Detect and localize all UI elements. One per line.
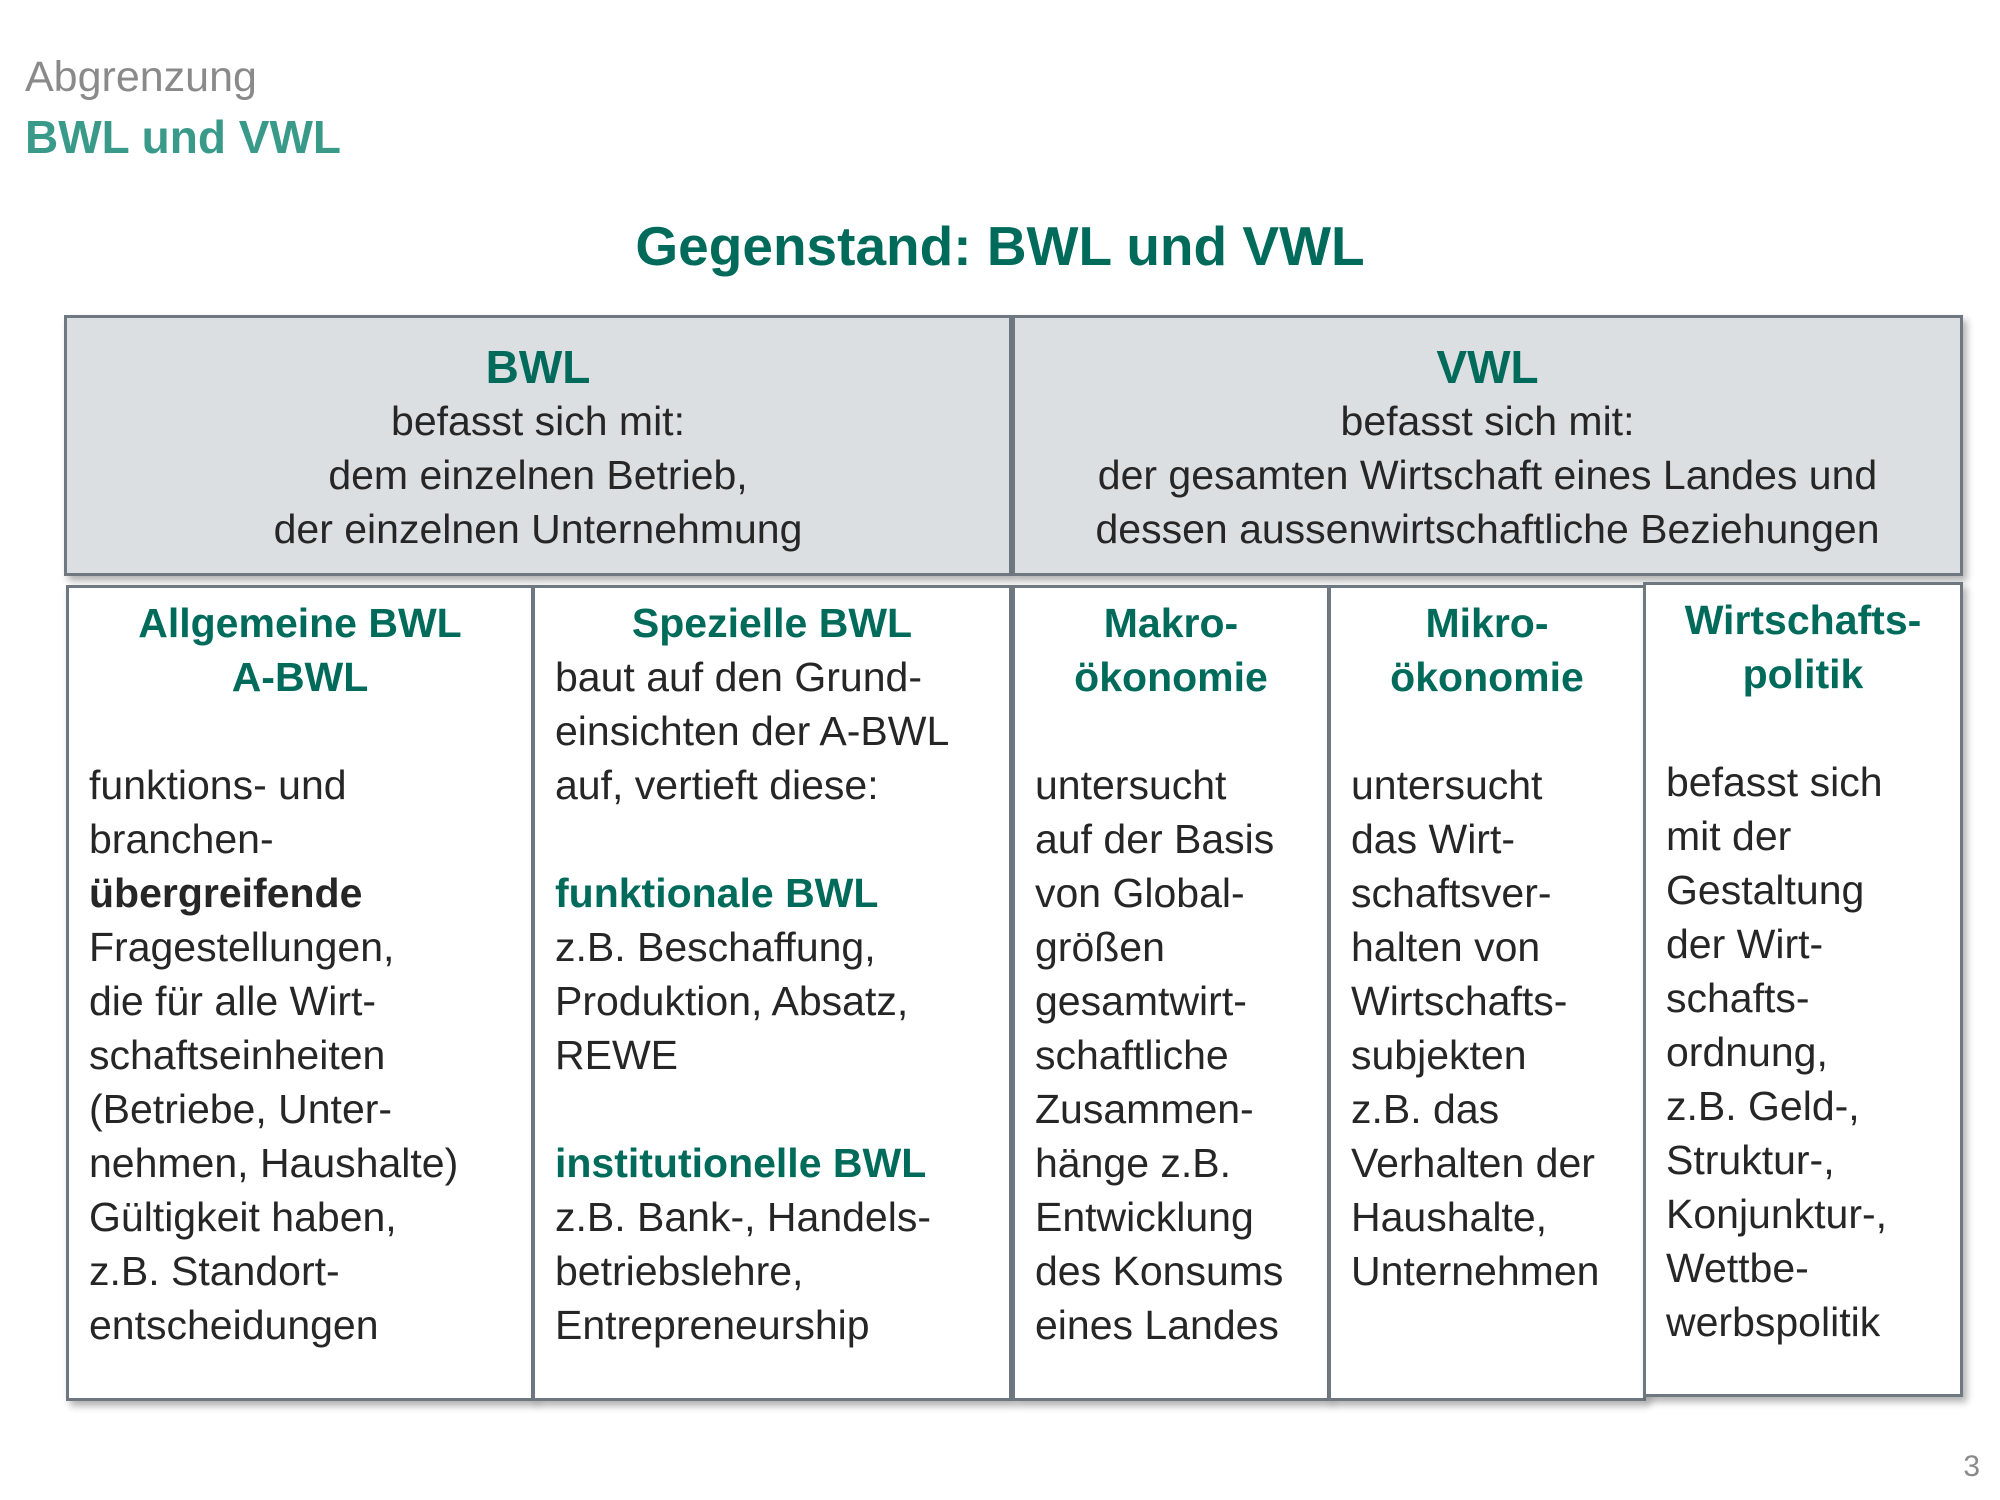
column-text: baut auf den Grund- einsichten der A-BWL…	[555, 654, 950, 808]
column-spezielle-bwl: Spezielle BWL baut auf den Grund- einsic…	[532, 585, 1012, 1401]
column-title: Wirtschafts- politik	[1684, 597, 1922, 697]
bwl-box: BWL befasst sich mit: dem einzelnen Betr…	[64, 315, 1012, 576]
column-text: untersucht auf der Basis von Global- grö…	[1035, 762, 1284, 1348]
bwl-box-title: BWL	[485, 341, 591, 393]
header-title: BWL und VWL	[25, 111, 341, 163]
column-text-bold: übergreifende	[89, 870, 363, 916]
column-text: z.B. Beschaffung, Produktion, Absatz, RE…	[555, 924, 909, 1078]
header-subtitle: Abgrenzung	[25, 53, 257, 101]
column-allgemeine-bwl: Allgemeine BWL A-BWL funktions- und bran…	[66, 585, 534, 1401]
column-title: Allgemeine BWL A-BWL	[138, 600, 462, 700]
vwl-box-line3: dessen aussenwirtschaftliche Beziehungen	[1095, 506, 1880, 552]
institutionelle-bwl-heading: institutionelle BWL	[555, 1140, 927, 1186]
bwl-box-line1: befasst sich mit:	[391, 398, 685, 444]
vwl-box-line2: der gesamten Wirtschaft eines Landes und	[1097, 452, 1878, 498]
vwl-box: VWL befasst sich mit: der gesamten Wirts…	[1012, 315, 1963, 576]
column-text: untersucht das Wirt- schaftsver- halten …	[1351, 762, 1600, 1294]
column-text: funktions- und branchen-	[89, 762, 347, 862]
column-wirtschaftspolitik: Wirtschafts- politik befasst sich mit de…	[1643, 582, 1963, 1397]
column-text: z.B. Bank-, Handels- betriebslehre, Entr…	[555, 1194, 931, 1348]
column-title: Spezielle BWL	[631, 600, 913, 646]
column-text: Fragestellungen, die für alle Wirt- scha…	[89, 924, 459, 1348]
column-text: befasst sich mit der Gestaltung der Wirt…	[1666, 759, 1888, 1345]
vwl-box-line1: befasst sich mit:	[1340, 398, 1635, 444]
slide-title: Gegenstand: BWL und VWL	[635, 215, 1365, 277]
vwl-box-title: VWL	[1436, 341, 1539, 393]
column-title: Mikro- ökonomie	[1390, 600, 1584, 700]
funktionale-bwl-heading: funktionale BWL	[555, 870, 879, 916]
column-mikrooekonomie: Mikro- ökonomie untersucht das Wirt- sch…	[1328, 585, 1646, 1401]
bwl-box-line2: dem einzelnen Betrieb,	[328, 452, 748, 498]
bwl-box-line3: der einzelnen Unternehmung	[273, 506, 803, 552]
column-makrooekonomie: Makro- ökonomie untersucht auf der Basis…	[1012, 585, 1330, 1401]
page-number: 3	[1963, 1450, 1980, 1483]
column-title: Makro- ökonomie	[1074, 600, 1268, 700]
